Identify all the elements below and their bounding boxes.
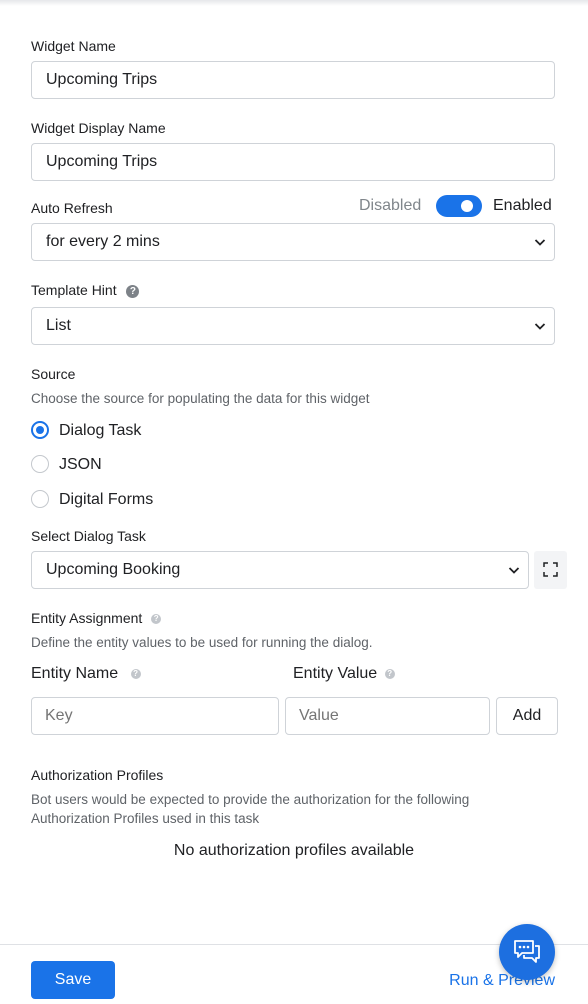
chat-bubbles-icon — [514, 940, 540, 963]
template-hint-select[interactable]: List — [31, 307, 555, 345]
authorization-profiles-label: Authorization Profiles — [31, 767, 164, 783]
entity-name-label: Entity Name ? — [31, 665, 141, 683]
entity-value-label: Entity Value ? — [293, 665, 395, 683]
no-profiles-message: No authorization profiles available — [173, 842, 415, 859]
dialog-task-selected: Upcoming Booking — [46, 561, 181, 578]
template-hint-selected: List — [46, 317, 71, 334]
widget-name-input[interactable]: Upcoming Trips — [31, 61, 555, 99]
radio-json-label[interactable]: JSON — [59, 456, 102, 474]
widget-display-name-input[interactable]: Upcoming Trips — [31, 143, 555, 181]
entity-assignment-text: Entity Assignment — [31, 610, 143, 626]
radio-digital-forms[interactable] — [31, 490, 49, 508]
question-circle-icon[interactable]: ? — [151, 614, 162, 625]
top-divider — [0, 0, 588, 6]
auto-refresh-select[interactable]: for every 2 mins — [31, 223, 555, 261]
entity-value-text: Entity Value — [293, 665, 378, 682]
entity-key-input[interactable] — [31, 697, 279, 735]
expand-button[interactable] — [534, 551, 567, 589]
toggle-knob — [461, 200, 473, 212]
question-circle-icon[interactable]: ? — [384, 668, 395, 679]
toggle-disabled-label: Disabled — [359, 197, 422, 214]
dialog-task-label: Select Dialog Task — [31, 528, 146, 544]
entity-assignment-description: Define the entity values to be used for … — [31, 635, 373, 650]
chevron-down-icon — [534, 239, 546, 246]
widget-display-name-label: Widget Display Name — [31, 120, 166, 136]
template-hint-label: Template Hint ? — [31, 282, 140, 298]
chevron-down-icon — [508, 567, 520, 574]
auto-refresh-label: Auto Refresh — [31, 200, 113, 216]
question-circle-icon[interactable]: ? — [126, 284, 140, 298]
source-label: Source — [31, 366, 76, 382]
source-description: Choose the source for populating the dat… — [31, 391, 370, 406]
auto-refresh-toggle[interactable] — [436, 195, 482, 217]
entity-assignment-label: Entity Assignment ? — [31, 610, 162, 626]
toggle-enabled-label: Enabled — [493, 197, 552, 214]
entity-value-input[interactable] — [285, 697, 490, 735]
chat-button[interactable] — [499, 924, 555, 980]
entity-name-text: Entity Name — [31, 665, 119, 682]
radio-digital-forms-label[interactable]: Digital Forms — [59, 491, 153, 509]
radio-dialog-task[interactable] — [31, 421, 49, 439]
authorization-description: Bot users would be expected to provide t… — [31, 792, 470, 826]
widget-name-label: Widget Name — [31, 38, 116, 54]
template-hint-text: Template Hint — [31, 282, 117, 298]
save-button[interactable]: Save — [31, 961, 115, 999]
question-circle-icon[interactable]: ? — [130, 668, 141, 679]
chevron-down-icon — [534, 323, 546, 330]
dialog-task-select[interactable]: Upcoming Booking — [31, 551, 529, 589]
radio-dialog-task-label[interactable]: Dialog Task — [59, 422, 141, 440]
add-entity-button[interactable]: Add — [496, 697, 558, 735]
expand-icon — [543, 562, 558, 577]
auto-refresh-selected: for every 2 mins — [46, 233, 160, 250]
radio-json[interactable] — [31, 455, 49, 473]
